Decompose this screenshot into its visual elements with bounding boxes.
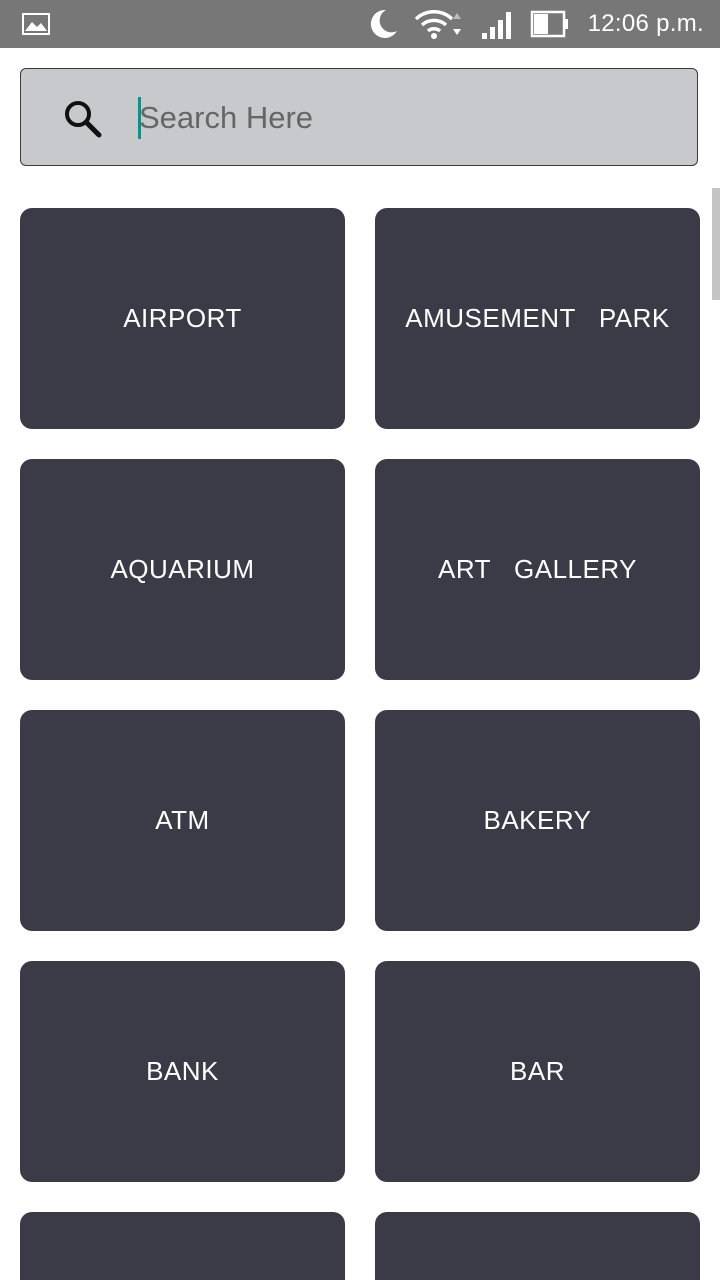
category-tile-bar[interactable]: BAR <box>375 961 700 1182</box>
category-label: ART GALLERY <box>438 554 637 584</box>
category-tile-partial[interactable] <box>375 1212 700 1280</box>
category-tile-bank[interactable]: BANK <box>20 961 345 1182</box>
category-tile-art-gallery[interactable]: ART GALLERY <box>375 459 700 680</box>
category-tile-bakery[interactable]: BAKERY <box>375 710 700 931</box>
category-grid: AIRPORT AMUSEMENT PARK AQUARIUM ART GALL… <box>0 0 720 1280</box>
category-label: BAKERY <box>483 805 592 835</box>
category-tile-partial[interactable] <box>20 1212 345 1280</box>
category-label: ATM <box>155 805 210 835</box>
category-label: AMUSEMENT PARK <box>405 303 670 333</box>
category-tile-amusement-park[interactable]: AMUSEMENT PARK <box>375 208 700 429</box>
category-tile-atm[interactable]: ATM <box>20 710 345 931</box>
category-label: AIRPORT <box>123 303 242 333</box>
category-label: BANK <box>146 1056 219 1086</box>
category-tile-airport[interactable]: AIRPORT <box>20 208 345 429</box>
category-label: AQUARIUM <box>110 554 255 584</box>
category-tile-aquarium[interactable]: AQUARIUM <box>20 459 345 680</box>
category-label: BAR <box>510 1056 565 1086</box>
